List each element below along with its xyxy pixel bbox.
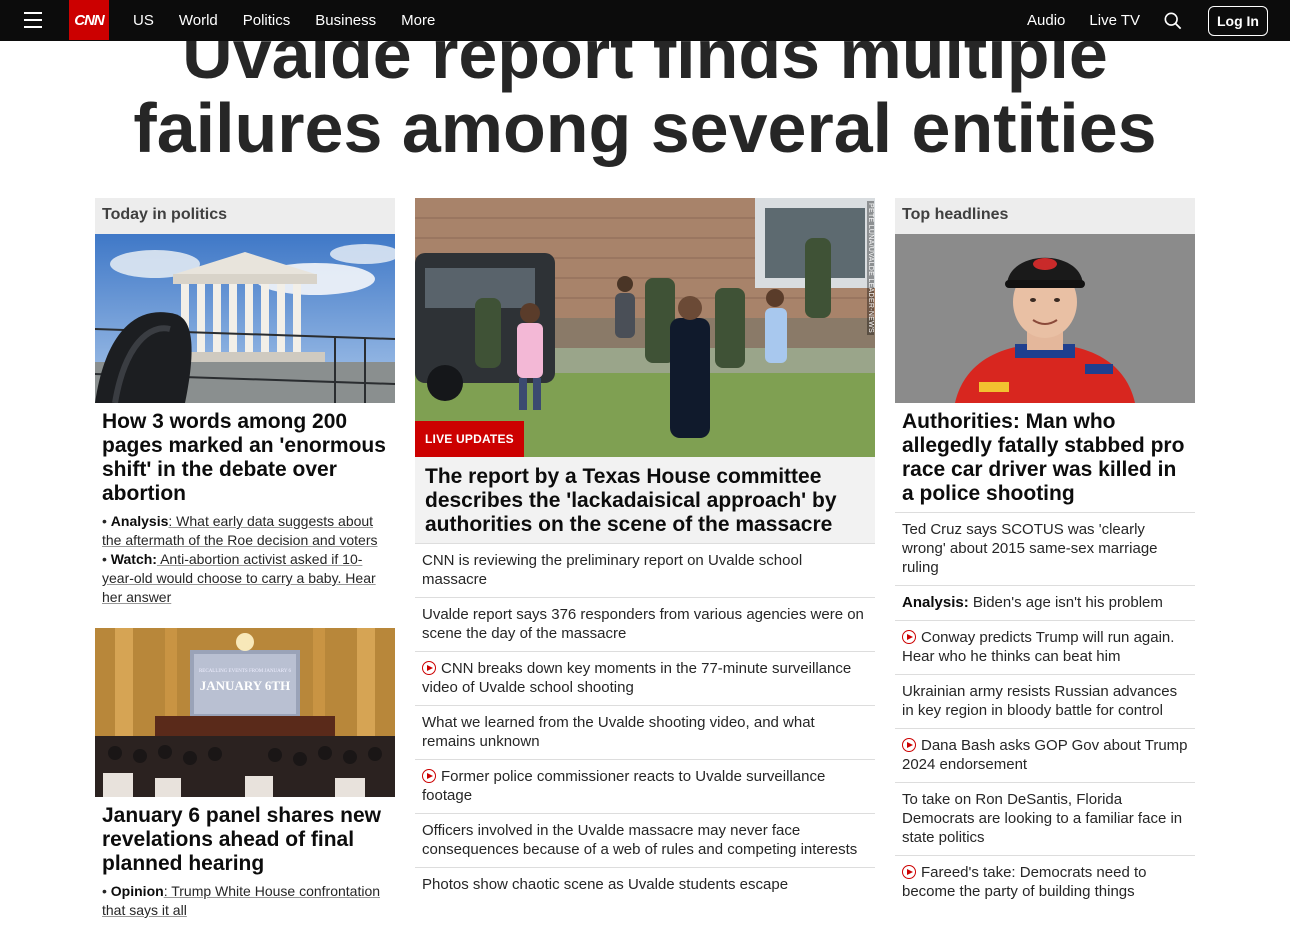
nav-link-audio[interactable]: Audio	[1027, 12, 1065, 29]
top-headline-title[interactable]: Authorities: Man who allegedly fatally s…	[895, 403, 1195, 512]
section-label-top-headlines: Top headlines	[895, 198, 1195, 234]
left-column: Today in politics How 3 words among 200 …	[95, 198, 395, 920]
top-nav: CNN US World Politics Business More Audi…	[0, 0, 1290, 41]
nav-link-us[interactable]: US	[133, 12, 154, 29]
live-updates-badge[interactable]: LIVE UPDATES	[415, 421, 524, 457]
list-item-prefix: Analysis:	[902, 594, 969, 611]
list-item[interactable]: Former police commissioner reacts to Uva…	[415, 759, 875, 813]
list-item[interactable]: Analysis: Biden's age isn't his problem	[895, 585, 1195, 620]
nav-link-live-tv[interactable]: Live TV	[1089, 12, 1140, 29]
bullet-opinion[interactable]: • Opinion: Trump White House confrontati…	[95, 882, 395, 920]
nav-link-more[interactable]: More	[401, 12, 435, 29]
list-item-text: To take on Ron DeSantis, Florida Democra…	[902, 791, 1183, 846]
video-play-icon	[902, 630, 916, 644]
list-item-text: Uvalde report says 376 responders from v…	[422, 606, 864, 642]
bullet-prefix: Analysis	[110, 513, 169, 529]
list-item[interactable]: Conway predicts Trump will run again. He…	[895, 620, 1195, 674]
screen-caption: RECALLING EVENTS FROM JANUARY 6	[199, 669, 292, 674]
lead-story-title[interactable]: The report by a Texas House committee de…	[415, 457, 875, 543]
list-item[interactable]: Ted Cruz says SCOTUS was 'clearly wrong'…	[895, 512, 1195, 585]
list-item[interactable]: CNN is reviewing the preliminary report …	[415, 543, 875, 597]
january-6-hearing-image[interactable]: RECALLING EVENTS FROM JANUARY 6 JANUARY …	[95, 628, 395, 797]
nav-link-world[interactable]: World	[179, 12, 218, 29]
list-item-text: Conway predicts Trump will run again. He…	[902, 629, 1175, 665]
list-item-text: Dana Bash asks GOP Gov about Trump 2024 …	[902, 737, 1188, 773]
list-item[interactable]: Photos show chaotic scene as Uvalde stud…	[415, 867, 875, 902]
bullet-prefix: Watch:	[110, 551, 157, 567]
list-item[interactable]: What we learned from the Uvalde shooting…	[415, 705, 875, 759]
list-item-text: Ted Cruz says SCOTUS was 'clearly wrong'…	[902, 521, 1158, 576]
bullet-prefix: Opinion	[110, 883, 164, 899]
video-play-icon	[422, 769, 436, 783]
card-title-abortion[interactable]: How 3 words among 200 pages marked an 'e…	[95, 403, 395, 512]
nav-link-politics[interactable]: Politics	[243, 12, 291, 29]
list-item-text: Photos show chaotic scene as Uvalde stud…	[422, 876, 789, 893]
photo-credit: PETE LUNA/UVALDE LEADER-NEWS	[867, 201, 874, 336]
list-item-text: Biden's age isn't his problem	[968, 594, 1163, 611]
cnn-logo[interactable]: CNN	[69, 0, 109, 40]
video-play-icon	[902, 738, 916, 752]
list-item[interactable]: CNN breaks down key moments in the 77-mi…	[415, 651, 875, 705]
list-item[interactable]: Officers involved in the Uvalde massacre…	[415, 813, 875, 867]
race-driver-image[interactable]	[895, 234, 1195, 403]
list-item-text: CNN is reviewing the preliminary report …	[422, 552, 803, 588]
card-title-january-6[interactable]: January 6 panel shares new revelations a…	[95, 797, 395, 882]
bullet-analysis[interactable]: • Analysis: What early data suggests abo…	[95, 512, 395, 550]
nav-link-business[interactable]: Business	[315, 12, 376, 29]
list-item-text: Fareed's take: Democrats need to become …	[902, 864, 1147, 900]
section-label-politics: Today in politics	[95, 198, 395, 234]
list-item-text: Ukrainian army resists Russian advances …	[902, 683, 1178, 719]
list-item-text: Former police commissioner reacts to Uva…	[422, 768, 826, 804]
right-column: Top headlines Authorities: Man who alleg…	[895, 198, 1195, 909]
list-item-text: CNN breaks down key moments in the 77-mi…	[422, 660, 852, 696]
list-item-text: Officers involved in the Uvalde massacre…	[422, 822, 858, 858]
middle-column: PETE LUNA/UVALDE LEADER-NEWS LIVE UPDATE…	[415, 198, 875, 902]
video-play-icon	[902, 865, 916, 879]
main-headline-line2[interactable]: failures among several entities	[0, 91, 1290, 165]
bullet-watch[interactable]: • Watch: Anti-abortion activist asked if…	[95, 550, 395, 607]
nav-links: US World Politics Business More	[133, 0, 460, 41]
supreme-court-image[interactable]	[95, 234, 395, 403]
list-item[interactable]: Ukrainian army resists Russian advances …	[895, 674, 1195, 728]
video-play-icon	[422, 661, 436, 675]
list-item[interactable]: Uvalde report says 376 responders from v…	[415, 597, 875, 651]
nav-right: Audio Live TV Log In	[1027, 0, 1268, 41]
list-item[interactable]: To take on Ron DeSantis, Florida Democra…	[895, 782, 1195, 855]
list-item[interactable]: Fareed's take: Democrats need to become …	[895, 855, 1195, 909]
login-button[interactable]: Log In	[1208, 5, 1268, 36]
list-item-text: What we learned from the Uvalde shooting…	[422, 714, 815, 750]
menu-icon[interactable]	[24, 12, 42, 28]
list-item[interactable]: Dana Bash asks GOP Gov about Trump 2024 …	[895, 728, 1195, 782]
search-icon[interactable]	[1164, 12, 1182, 30]
screen-text: JANUARY 6TH	[200, 678, 290, 693]
uvalde-lead-image[interactable]: PETE LUNA/UVALDE LEADER-NEWS LIVE UPDATE…	[415, 198, 875, 457]
